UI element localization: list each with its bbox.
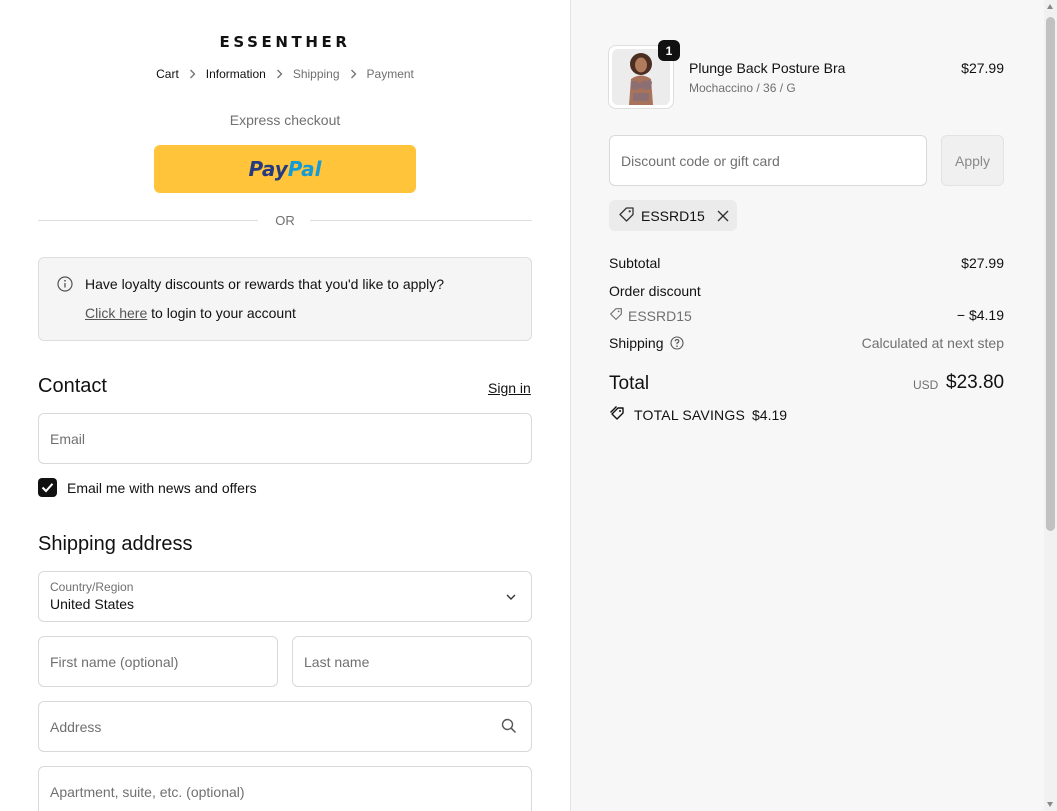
first-name-placeholder: First name (optional) <box>50 654 179 670</box>
apartment-placeholder: Apartment, suite, etc. (optional) <box>50 784 245 800</box>
email-placeholder: Email <box>50 431 86 447</box>
country-select[interactable]: Country/Region United States <box>38 571 532 622</box>
breadcrumb-cart[interactable]: Cart <box>156 67 179 81</box>
newsletter-checkbox[interactable] <box>38 478 57 497</box>
order-discount-row: Order discount <box>609 283 1004 299</box>
quantity-badge: 1 <box>658 40 680 61</box>
address-field[interactable]: Address <box>38 701 532 752</box>
paypal-button[interactable]: Pay Pal <box>154 145 416 193</box>
shipping-address-heading: Shipping address <box>38 533 193 555</box>
last-name-placeholder: Last name <box>304 654 370 670</box>
currency-code: USD <box>913 378 939 392</box>
subtotal-value: $27.99 <box>961 255 1004 271</box>
discount-placeholder: Discount code or gift card <box>621 153 780 169</box>
checkout-form-column: ESSENTHER Cart Information Shipping Paym… <box>0 0 570 811</box>
chevron-down-icon <box>505 590 517 608</box>
discount-code-label: ESSRD15 <box>628 307 692 324</box>
scroll-up-arrow-icon[interactable] <box>1047 4 1053 9</box>
email-field[interactable]: Email <box>38 413 532 464</box>
country-value: United States <box>50 596 135 612</box>
product-variant: Mochaccino / 36 / G <box>689 81 796 95</box>
newsletter-option[interactable]: Email me with news and offers <box>38 478 257 497</box>
chevron-right-icon <box>189 69 196 79</box>
help-icon[interactable] <box>669 336 684 350</box>
loyalty-banner: Have loyalty discounts or rewards that y… <box>38 257 532 341</box>
total-label: Total <box>609 373 650 394</box>
paypal-logo-pay: Pay <box>248 157 288 181</box>
paypal-logo-pal: Pal <box>287 157 322 181</box>
shipping-row: Shipping Calculated at next step <box>609 335 1004 351</box>
savings-value: $4.19 <box>752 407 788 423</box>
savings-tag-icon <box>609 405 626 425</box>
sign-in-link[interactable]: Sign in <box>488 380 531 396</box>
apply-discount-button[interactable]: Apply <box>941 135 1004 186</box>
loyalty-login-text: Click here to login to your account <box>85 305 296 321</box>
breadcrumb-payment: Payment <box>366 67 414 81</box>
total-value: $23.80 <box>946 372 1005 393</box>
info-icon <box>57 276 73 297</box>
scroll-down-arrow-icon[interactable] <box>1047 802 1053 807</box>
breadcrumb-information: Information <box>205 67 266 81</box>
breadcrumb-shipping: Shipping <box>292 67 340 81</box>
country-label: Country/Region <box>50 580 134 594</box>
remove-discount-icon[interactable] <box>717 210 729 222</box>
product-name: Plunge Back Posture Bra <box>689 60 846 76</box>
loyalty-message: Have loyalty discounts or rewards that y… <box>85 276 445 292</box>
express-checkout-title: Express checkout <box>229 112 341 128</box>
applied-discount-code: ESSRD15 <box>641 207 705 224</box>
first-name-field[interactable]: First name (optional) <box>38 636 278 687</box>
breadcrumb: Cart Information Shipping Payment <box>38 67 532 81</box>
applied-discount-chip: ESSRD15 <box>609 200 737 231</box>
loyalty-login-suffix: to login to your account <box>147 305 296 321</box>
shipping-value: Calculated at next step <box>861 335 1004 351</box>
discount-code-field[interactable]: Discount code or gift card <box>609 135 927 186</box>
store-logo[interactable]: ESSENTHER <box>38 33 532 51</box>
discount-code-row: ESSRD15 − $4.19 <box>609 307 1004 324</box>
page-scrollbar[interactable] <box>1044 0 1057 811</box>
shipping-label: Shipping <box>609 335 664 351</box>
subtotal-row: Subtotal $27.99 <box>609 255 1004 271</box>
scrollbar-thumb[interactable] <box>1046 17 1055 531</box>
search-icon[interactable] <box>501 718 517 739</box>
loyalty-login-link[interactable]: Click here <box>85 305 147 321</box>
product-price: $27.99 <box>961 60 1004 76</box>
address-placeholder: Address <box>50 719 102 735</box>
apartment-field[interactable]: Apartment, suite, etc. (optional) <box>38 766 532 811</box>
checkmark-icon <box>41 483 54 493</box>
discount-value: − $4.19 <box>956 307 1004 323</box>
chevron-right-icon <box>276 69 283 79</box>
or-divider: OR <box>38 211 532 229</box>
tag-icon <box>609 307 623 324</box>
chevron-right-icon <box>350 69 357 79</box>
last-name-field[interactable]: Last name <box>292 636 532 687</box>
newsletter-label: Email me with news and offers <box>67 479 257 496</box>
tag-icon <box>618 206 635 226</box>
total-savings: TOTAL SAVINGS $4.19 <box>609 405 787 425</box>
divider-line <box>310 220 532 221</box>
order-discount-label: Order discount <box>609 283 701 299</box>
subtotal-label: Subtotal <box>609 255 661 271</box>
savings-label: TOTAL SAVINGS <box>634 407 745 423</box>
contact-heading: Contact <box>38 375 107 397</box>
